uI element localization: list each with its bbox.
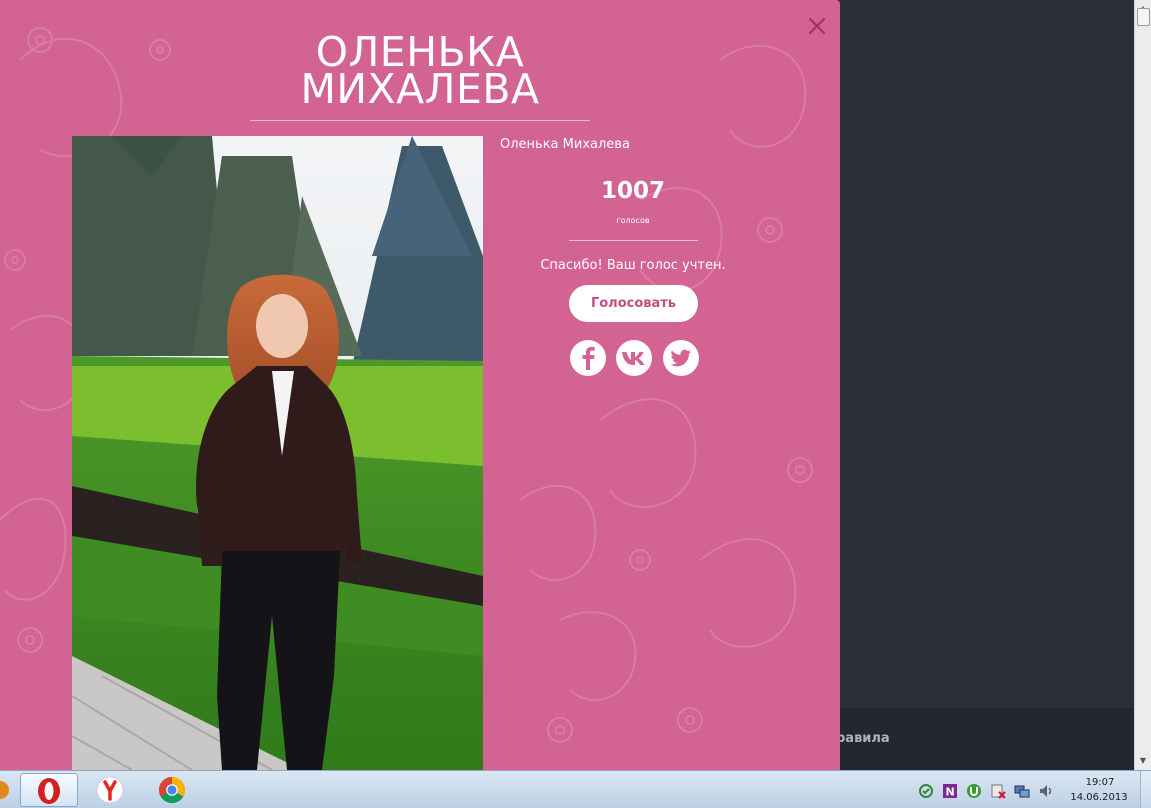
pinned-app-edge-icon[interactable]	[0, 773, 14, 807]
votes-label: голосов	[616, 216, 650, 225]
yandex-browser-icon	[96, 776, 124, 804]
show-desktop-button[interactable]	[1140, 771, 1151, 808]
footer-rules-link[interactable]: равила	[836, 731, 890, 746]
chrome-icon	[158, 776, 186, 804]
close-icon[interactable]	[805, 14, 829, 38]
scroll-down-arrow-icon[interactable]: ▼	[1135, 752, 1151, 769]
facebook-icon[interactable]	[570, 340, 606, 376]
votes-divider	[569, 240, 698, 241]
volume-icon[interactable]	[1038, 783, 1054, 799]
participant-modal: ОЛЕНЬКА МИХАЛЕВА Оленька Михалева 1007 г…	[0, 0, 840, 770]
vk-icon[interactable]	[616, 340, 652, 376]
clock-time[interactable]: 19:07	[1070, 777, 1130, 788]
participant-name: Оленька Михалева	[500, 137, 630, 152]
taskbar-chrome-button[interactable]	[144, 773, 202, 807]
security-alert-icon[interactable]	[990, 783, 1006, 799]
windows-taskbar: N 19:07 14.06.2013	[0, 770, 1151, 808]
network-icon[interactable]	[1014, 783, 1030, 799]
taskbar-yandex-button[interactable]	[82, 773, 140, 807]
vote-confirmation-text: Спасибо! Ваш голос учтен.	[540, 258, 726, 273]
vote-button[interactable]: Голосовать	[569, 285, 698, 322]
system-tray: N	[912, 771, 1062, 808]
taskbar-opera-button[interactable]	[20, 773, 78, 807]
utorrent-icon[interactable]	[966, 783, 982, 799]
scrollbar-thumb[interactable]	[1137, 8, 1150, 26]
onenote-icon[interactable]: N	[942, 783, 958, 799]
vertical-scrollbar[interactable]: ▲ ▼	[1134, 0, 1151, 770]
participant-title: ОЛЕНЬКА МИХАЛЕВА	[250, 32, 590, 113]
network-refresh-icon[interactable]	[918, 783, 934, 799]
clock-date[interactable]: 14.06.2013	[1066, 792, 1132, 803]
votes-count: 1007	[600, 178, 665, 204]
title-line-last: МИХАЛЕВА	[300, 65, 540, 113]
title-divider	[250, 120, 590, 121]
svg-text:N: N	[946, 786, 955, 799]
twitter-icon[interactable]	[663, 340, 699, 376]
participant-photo	[72, 136, 483, 770]
opera-icon	[38, 778, 60, 804]
